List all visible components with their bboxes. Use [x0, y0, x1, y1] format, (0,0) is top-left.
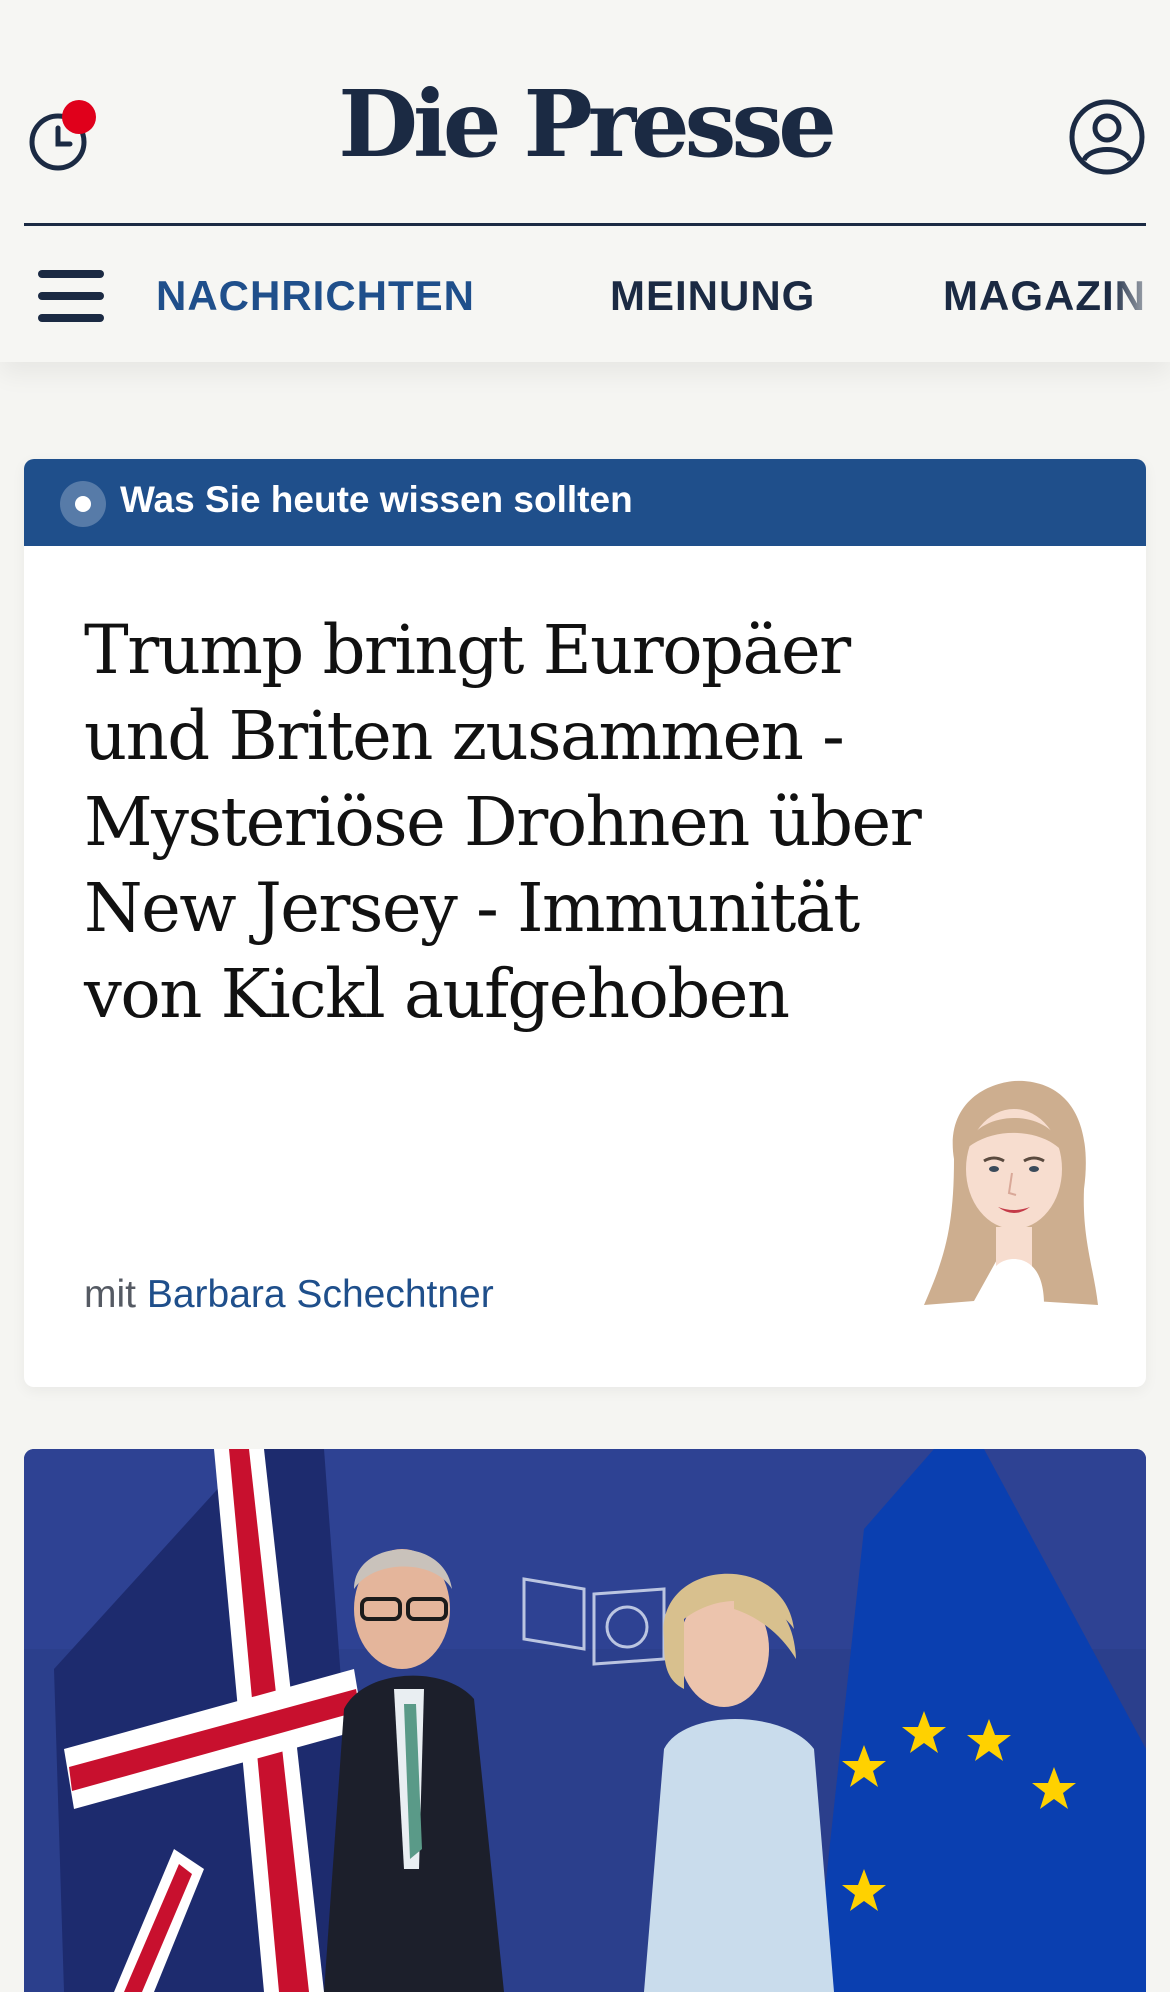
user-icon [1069, 99, 1145, 175]
nav-item-meinung[interactable]: MEINUNG [610, 272, 815, 320]
author-avatar [924, 1080, 1098, 1305]
briefing-bar[interactable]: Was Sie heute wissen sollten [24, 459, 1146, 546]
briefing-bar-label: Was Sie heute wissen sollten [120, 479, 633, 520]
main-navigation: NACHRICHTEN MEINUNG MAGAZIN [0, 230, 1170, 362]
byline-prefix: mit [84, 1273, 136, 1316]
menu-button[interactable] [38, 270, 106, 326]
briefing-card[interactable]: Was Sie heute wissen sollten Trump bring… [24, 459, 1146, 1387]
live-indicator-icon [60, 481, 106, 527]
hamburger-menu-icon [38, 270, 104, 278]
account-button[interactable] [1068, 98, 1146, 176]
article-photo [24, 1449, 1146, 1992]
site-header: Die Presse NACHRICHTEN MEINUNG MAGAZIN [0, 0, 1170, 362]
top-bar: Die Presse [24, 40, 1146, 226]
site-logo[interactable]: Die Presse [24, 78, 1146, 170]
nav-item-nachrichten[interactable]: NACHRICHTEN [156, 272, 475, 320]
author-link[interactable]: Barbara Schechtner [147, 1273, 494, 1316]
byline: mit Barbara Schechtner [84, 1273, 494, 1317]
hero-image[interactable] [24, 1449, 1146, 1992]
briefing-headline[interactable]: Trump bringt Europäer und Briten zusamme… [84, 607, 944, 1037]
